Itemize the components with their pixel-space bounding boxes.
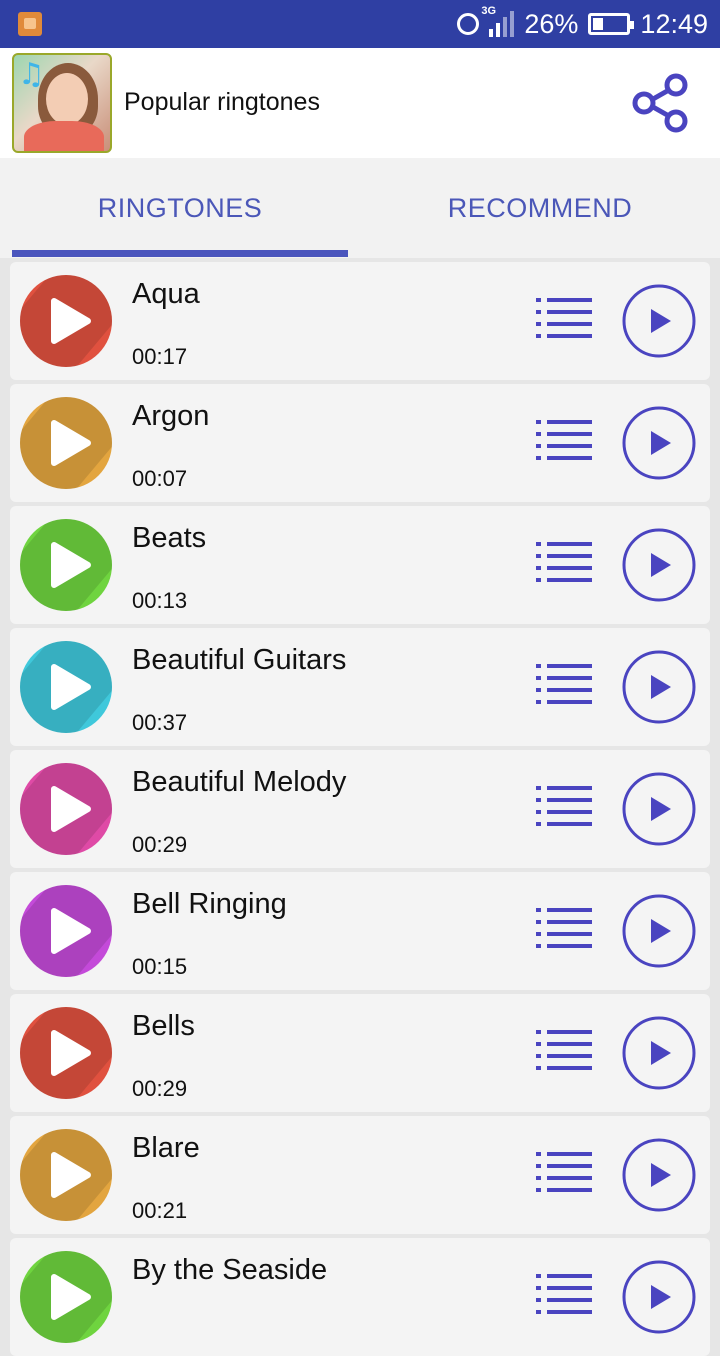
ringtone-title: Bell Ringing [132, 888, 287, 920]
list-item[interactable]: Beautiful Guitars 00:37 [10, 628, 710, 746]
ringtone-title: Argon [132, 400, 210, 432]
ringtone-title: Bells [132, 1010, 195, 1042]
ringtone-play-button[interactable] [20, 397, 112, 489]
play-circle-button[interactable] [621, 771, 697, 847]
ringtone-duration: 00:13 [132, 588, 188, 613]
play-circle-button[interactable] [621, 527, 697, 603]
ringtone-play-button[interactable] [20, 1007, 112, 1099]
play-icon [51, 298, 91, 344]
battery-icon [588, 13, 635, 35]
app-logo: ♫ [12, 53, 112, 153]
options-button[interactable] [536, 784, 592, 830]
list-item[interactable]: Blare 00:21 [10, 1116, 710, 1234]
tab-recommend[interactable]: RECOMMEND [360, 158, 720, 258]
options-button[interactable] [536, 540, 592, 586]
tab-ringtones[interactable]: RINGTONES [0, 158, 360, 258]
ringtone-duration: 00:21 [132, 1198, 188, 1223]
alarm-icon [457, 13, 480, 35]
signal-icon: 3G [481, 5, 515, 37]
ringtone-title: Beautiful Melody [132, 766, 347, 798]
play-circle-button[interactable] [621, 405, 697, 481]
list-item[interactable]: Argon 00:07 [10, 384, 710, 502]
ringtone-title: By the Seaside [132, 1254, 328, 1286]
list-icon [536, 298, 592, 338]
ringtone-play-button[interactable] [20, 641, 112, 733]
list-icon [536, 420, 592, 460]
ringtone-duration: 00:17 [132, 344, 188, 369]
options-button[interactable] [536, 418, 592, 464]
ringtone-play-button[interactable] [20, 1251, 112, 1343]
options-button[interactable] [536, 906, 592, 952]
ringtone-duration: 00:15 [132, 954, 188, 979]
play-circle-icon [622, 1260, 696, 1334]
play-circle-icon [622, 772, 696, 846]
list-item[interactable]: Bells 00:29 [10, 994, 710, 1112]
list-icon [536, 786, 592, 826]
play-icon [51, 1152, 91, 1198]
ringtone-duration: 00:07 [132, 466, 188, 491]
ringtone-title: Aqua [132, 278, 200, 310]
ringtone-play-button[interactable] [20, 1129, 112, 1221]
ringtone-play-button[interactable] [20, 519, 112, 611]
notification-app-icon [18, 12, 42, 36]
play-icon [51, 542, 91, 588]
list-icon [536, 664, 592, 704]
play-icon [51, 1030, 91, 1076]
play-circle-icon [622, 284, 696, 358]
play-circle-icon [622, 1016, 696, 1090]
options-button[interactable] [536, 1028, 592, 1074]
list-item[interactable]: Aqua 00:17 [10, 262, 710, 380]
list-icon [536, 908, 592, 948]
play-circle-button[interactable] [621, 1015, 697, 1091]
tab-indicator [12, 250, 348, 257]
play-circle-button[interactable] [621, 1259, 697, 1335]
options-button[interactable] [536, 1150, 592, 1196]
share-button[interactable] [626, 68, 696, 138]
play-icon [51, 786, 91, 832]
app-bar: ♫ Popular ringtones [0, 48, 720, 158]
options-button[interactable] [536, 662, 592, 708]
play-circle-icon [622, 650, 696, 724]
ringtone-title: Beats [132, 522, 207, 554]
play-circle-button[interactable] [621, 893, 697, 969]
music-note-icon: ♫ [18, 57, 45, 92]
play-circle-icon [622, 1138, 696, 1212]
list-icon [536, 1274, 592, 1314]
list-item[interactable]: Beautiful Melody 00:29 [10, 750, 710, 868]
status-indicators: 3G 26% 12:49 [457, 0, 708, 48]
play-icon [51, 664, 91, 710]
tab-bar: RINGTONES RECOMMEND [0, 158, 720, 258]
play-circle-icon [622, 528, 696, 602]
battery-percent: 26% [524, 8, 579, 39]
ringtone-duration: 00:29 [132, 1076, 188, 1101]
list-item[interactable]: Beats 00:13 [10, 506, 710, 624]
ringtone-play-button[interactable] [20, 885, 112, 977]
status-bar: 3G 26% 12:49 [0, 0, 720, 48]
play-circle-button[interactable] [621, 283, 697, 359]
clock: 12:49 [640, 8, 708, 39]
ringtone-duration: 00:37 [132, 710, 188, 735]
options-button[interactable] [536, 296, 592, 342]
list-item[interactable]: Bell Ringing 00:15 [10, 872, 710, 990]
play-icon [51, 908, 91, 954]
list-icon [536, 542, 592, 582]
ringtone-play-button[interactable] [20, 763, 112, 855]
page-title: Popular ringtones [124, 88, 320, 116]
play-circle-icon [622, 406, 696, 480]
network-type: 3G [481, 5, 497, 17]
options-button[interactable] [536, 1272, 592, 1318]
play-icon [51, 1274, 91, 1320]
ringtone-title: Blare [132, 1132, 200, 1164]
list-item[interactable]: By the Seaside [10, 1238, 710, 1356]
play-circle-button[interactable] [621, 1137, 697, 1213]
list-icon [536, 1152, 592, 1192]
play-circle-button[interactable] [621, 649, 697, 725]
share-icon [632, 73, 688, 133]
ringtone-duration: 00:29 [132, 832, 188, 857]
play-circle-icon [622, 894, 696, 968]
play-icon [51, 420, 91, 466]
list-icon [536, 1030, 592, 1070]
ringtone-title: Beautiful Guitars [132, 644, 347, 676]
ringtone-play-button[interactable] [20, 275, 112, 367]
